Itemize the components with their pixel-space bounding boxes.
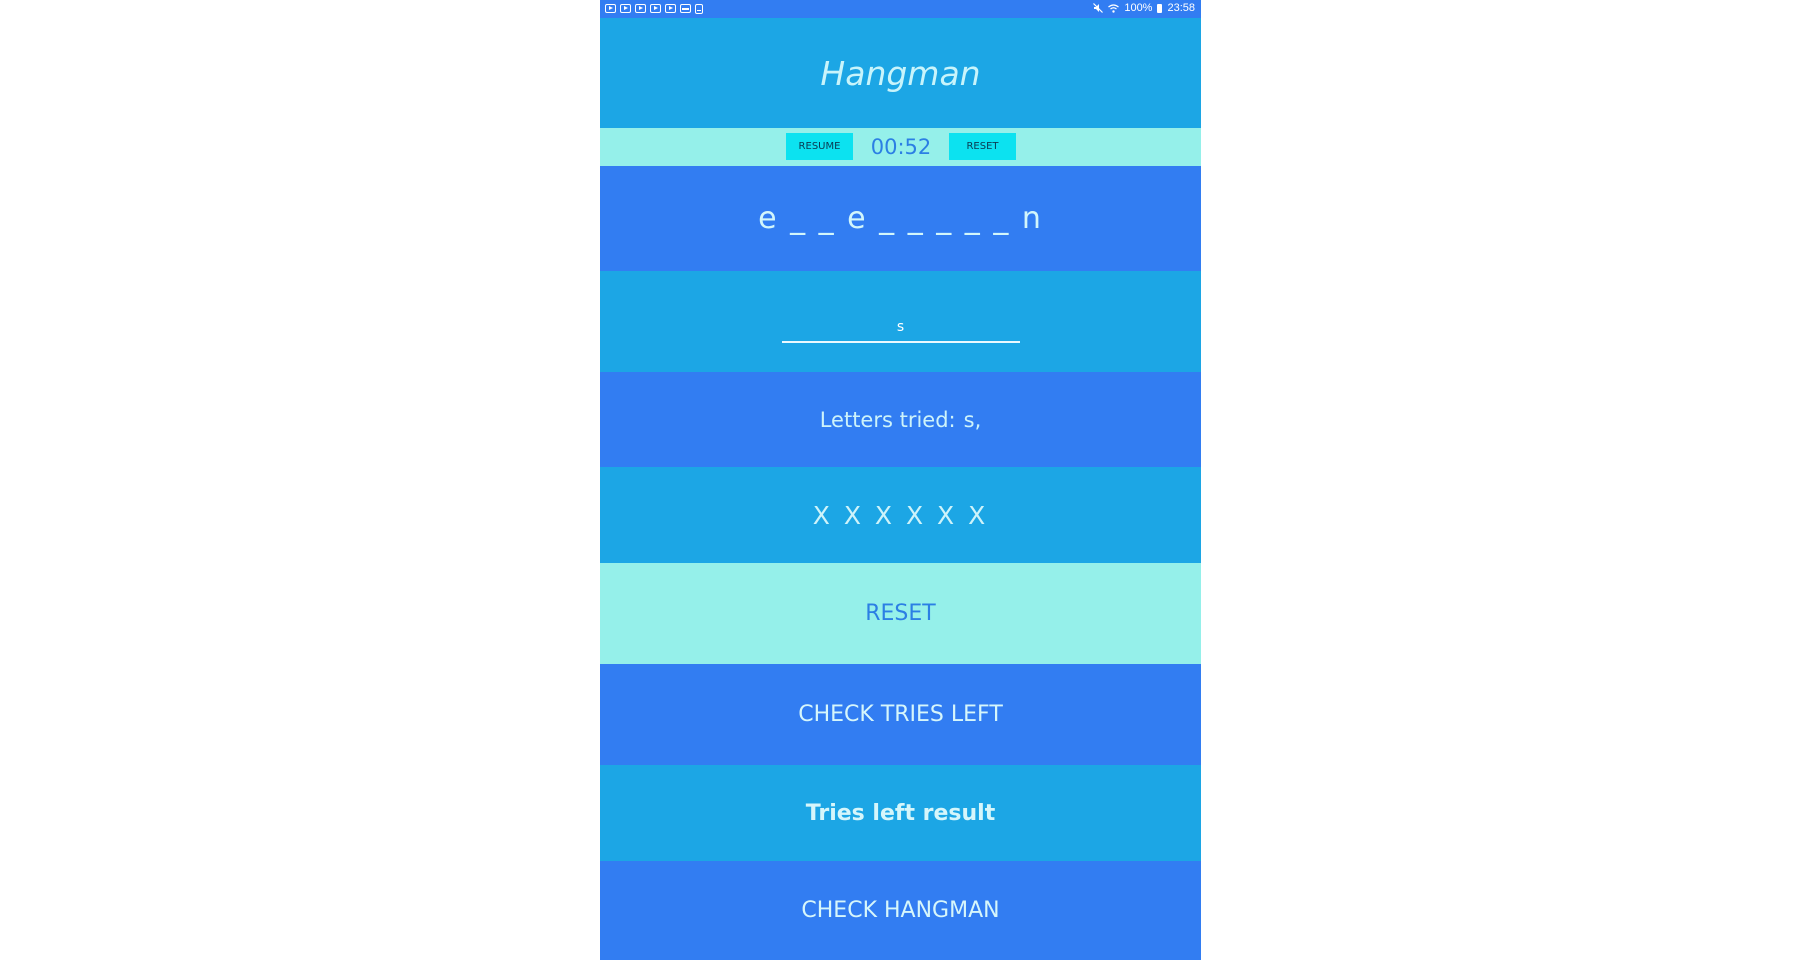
letters-tried-value: s, <box>963 407 982 432</box>
timer-reset-button[interactable]: RESET <box>949 133 1016 160</box>
youtube-icon <box>650 4 661 13</box>
wifi-icon <box>1108 3 1120 13</box>
status-bar: 100% 23:58 <box>600 0 1201 18</box>
letter-input-row <box>600 271 1201 372</box>
document-icon <box>695 4 703 14</box>
youtube-icon <box>620 4 631 13</box>
letters-tried: Letters tried: s, <box>600 372 1201 467</box>
check-hangman-button[interactable]: CHECK HANGMAN <box>600 861 1201 960</box>
youtube-icon <box>665 4 676 13</box>
clock: 23:58 <box>1167 2 1195 14</box>
system-icons: 100% 23:58 <box>1093 2 1195 14</box>
app-header: Hangman <box>600 18 1201 128</box>
letters-tried-label: Letters tried: <box>819 407 956 432</box>
timer-bar: RESUME 00:52 RESET <box>600 128 1201 166</box>
youtube-icon <box>605 4 616 13</box>
app-title: Hangman <box>820 53 981 93</box>
letter-input[interactable] <box>781 312 1020 343</box>
timer-display: 00:52 <box>870 135 932 159</box>
check-tries-left-button[interactable]: CHECK TRIES LEFT <box>600 664 1201 765</box>
resume-button[interactable]: RESUME <box>786 133 853 160</box>
reset-button[interactable]: RESET <box>600 563 1201 664</box>
word-display: e _ _ e _ _ _ _ _ n <box>600 166 1201 271</box>
image-icon <box>680 4 691 13</box>
youtube-icon <box>635 4 646 13</box>
mute-icon <box>1093 3 1104 13</box>
app-screen: 100% 23:58 Hangman RESUME 00:52 RESET e … <box>600 0 1201 960</box>
wrong-guess-marks: X X X X X X <box>600 467 1201 563</box>
notification-icons <box>605 4 703 14</box>
tries-left-result: Tries left result <box>600 765 1201 861</box>
battery-percent: 100% <box>1124 2 1153 14</box>
battery-icon <box>1157 3 1163 13</box>
